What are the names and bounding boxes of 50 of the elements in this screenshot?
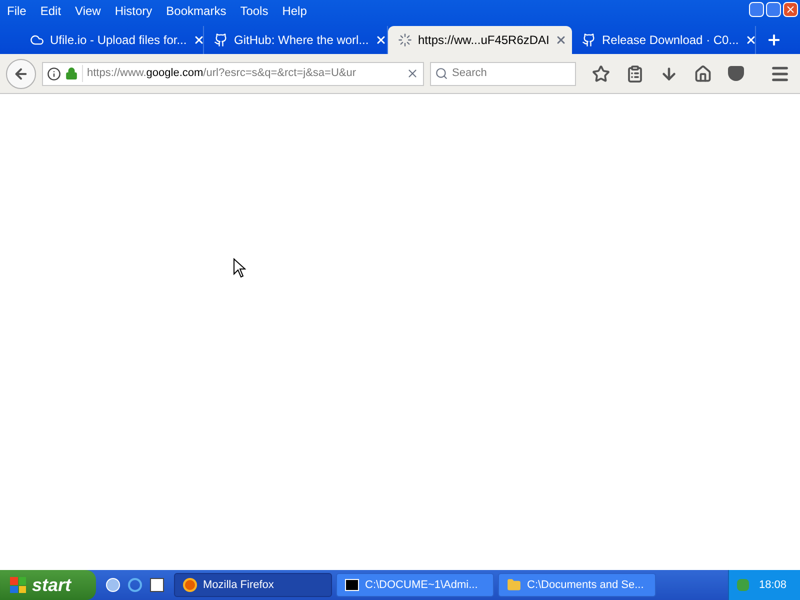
- menu-item[interactable]: History: [108, 2, 160, 20]
- menu-item[interactable]: View: [68, 2, 108, 20]
- octocat-icon: [582, 33, 596, 47]
- mouse-cursor-icon: [233, 258, 246, 278]
- back-button[interactable]: [6, 58, 36, 88]
- taskbar-button[interactable]: C:\DOCUME~1\Admi...: [336, 573, 494, 597]
- octocat-icon: [214, 33, 228, 47]
- task-title: C:\Documents and Se...: [527, 578, 644, 593]
- clipboard-icon[interactable]: [626, 64, 644, 82]
- lock-icon: [65, 67, 78, 80]
- address-bar[interactable]: https://www.google.com/url?esrc=s&q=&rct=j&sa=U&ur: [42, 62, 424, 86]
- home-icon[interactable]: [694, 64, 712, 82]
- taskbar-button[interactable]: Mozilla Firefox: [174, 573, 332, 597]
- firefox-icon: [183, 578, 197, 592]
- windows-logo-icon: [10, 577, 26, 593]
- tab-title: Release Download · C0...: [602, 32, 739, 49]
- archive-icon: [345, 579, 359, 591]
- task-title: Mozilla Firefox: [203, 578, 274, 593]
- close-tab-icon[interactable]: [192, 34, 205, 46]
- folder-icon: [507, 578, 521, 592]
- search-placeholder: Search: [452, 66, 487, 82]
- search-field[interactable]: Search: [430, 62, 576, 86]
- clock: 18:08: [759, 578, 787, 593]
- taskbar-button[interactable]: C:\Documents and Se...: [498, 573, 656, 597]
- url-text: https://www.google.com/url?esrc=s&q=&rct=j&sa=U&ur: [82, 65, 402, 82]
- shield-icon[interactable]: [728, 66, 744, 81]
- close-tab-icon[interactable]: [555, 34, 568, 46]
- close-icon: [785, 4, 796, 15]
- tab-title: GitHub: Where the worl...: [234, 32, 369, 49]
- close-tab-icon[interactable]: [374, 34, 387, 46]
- start-button[interactable]: start: [0, 570, 96, 600]
- close-tab-icon[interactable]: [744, 34, 757, 46]
- menu-item[interactable]: Bookmarks: [159, 2, 234, 20]
- close-button[interactable]: [783, 2, 798, 17]
- bookmark-star-icon[interactable]: [592, 64, 610, 82]
- loading-icon: [398, 33, 412, 47]
- tab-title: Ufile.io - Upload files for...: [50, 32, 187, 49]
- menu-item[interactable]: File: [0, 2, 34, 20]
- clear-icon[interactable]: [406, 67, 419, 80]
- download-icon[interactable]: [660, 64, 678, 82]
- info-icon[interactable]: [47, 66, 61, 80]
- new-tab-icon[interactable]: [766, 32, 782, 48]
- search-icon: [435, 67, 448, 80]
- menu-item[interactable]: Tools: [233, 2, 276, 20]
- menu-item[interactable]: Help: [275, 2, 314, 20]
- tab-title: https://ww...uF45R6zDAI: [418, 32, 550, 49]
- cloud-icon: [30, 33, 44, 47]
- browser-tab[interactable]: https://ww...uF45R6zDAI: [388, 26, 572, 54]
- menu-item[interactable]: Edit: [33, 2, 68, 20]
- task-title: C:\DOCUME~1\Admi...: [365, 578, 478, 593]
